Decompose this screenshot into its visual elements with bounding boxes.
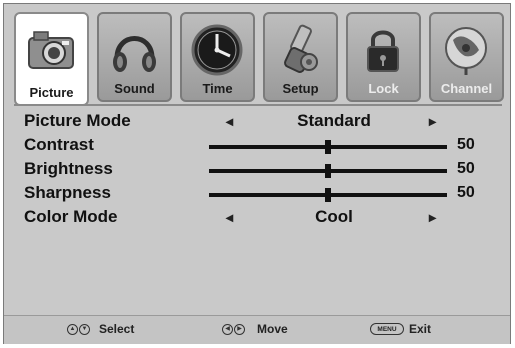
down-key-icon: ▼ [79,324,90,335]
contrast-slider[interactable] [209,140,447,154]
picture-mode-row[interactable]: Picture Mode ◂ Standard ▸ [4,110,510,134]
contrast-row[interactable]: Contrast 50 [4,134,510,158]
slider-knob[interactable] [325,188,331,202]
brightness-slider[interactable] [209,164,447,178]
up-down-keys-icon: ▲ ▼ [67,324,91,342]
tab-label: Picture [29,85,74,100]
color-mode-row[interactable]: Color Mode ◂ Cool ▸ [4,206,510,230]
tools-icon [284,24,318,73]
tab-channel[interactable]: Channel [429,12,504,102]
right-arrow-icon[interactable]: ▸ [429,113,436,130]
left-arrow-icon[interactable]: ◂ [226,209,233,226]
tab-label: Channel [440,81,493,96]
setting-label: Brightness [24,159,113,178]
setting-label: Color Mode [24,207,118,226]
slider-knob[interactable] [325,164,331,178]
tab-time[interactable]: Time [180,12,255,102]
move-hint: Move [257,322,288,336]
sharpness-slider[interactable] [209,188,447,202]
settings-list: Picture Mode ◂ Standard ▸ Contrast 50 Br… [4,110,510,230]
headphones-icon [113,36,156,72]
satellite-dish-icon [445,27,487,75]
lock-icon [367,30,399,72]
tabs-divider [14,104,502,106]
right-key-icon: ▶ [234,324,245,335]
slider-knob[interactable] [325,140,331,154]
setting-label: Picture Mode [24,111,131,130]
setting-label: Sharpness [24,183,111,202]
right-arrow-icon[interactable]: ▸ [429,209,436,226]
camera-icon [28,31,74,69]
menu-tabs: Picture Sound Time Setup Lock Channel [14,12,506,106]
left-key-icon: ◀ [222,324,233,335]
picture-mode-value: Standard [297,111,371,130]
setting-label: Contrast [24,135,94,154]
tab-label: Sound [114,81,155,96]
left-right-keys-icon: ◀ ▶ [222,324,246,342]
tab-setup[interactable]: Setup [263,12,338,102]
tab-label: Lock [368,81,399,96]
tab-picture[interactable]: Picture [14,12,89,106]
menu-key-icon: MENU [370,323,404,335]
tv-osd-menu: Picture Sound Time Setup Lock Channel Pi… [3,3,511,344]
exit-hint: Exit [409,322,432,336]
tab-sound[interactable]: Sound [97,12,172,102]
left-arrow-icon[interactable]: ◂ [226,113,233,130]
color-mode-value: Cool [315,207,353,226]
select-hint: Select [99,322,135,336]
contrast-value: 50 [457,136,475,153]
tab-label: Setup [282,81,319,96]
tab-lock[interactable]: Lock [346,12,421,102]
brightness-value: 50 [457,160,475,177]
tab-label: Time [202,81,233,96]
sharpness-row[interactable]: Sharpness 50 [4,182,510,206]
hint-bar: ▲ ▼ Select ◀ ▶ Move MENU Exit [4,315,510,344]
sharpness-value: 50 [457,184,475,201]
brightness-row[interactable]: Brightness 50 [4,158,510,182]
up-key-icon: ▲ [67,324,78,335]
clock-icon [191,24,243,76]
